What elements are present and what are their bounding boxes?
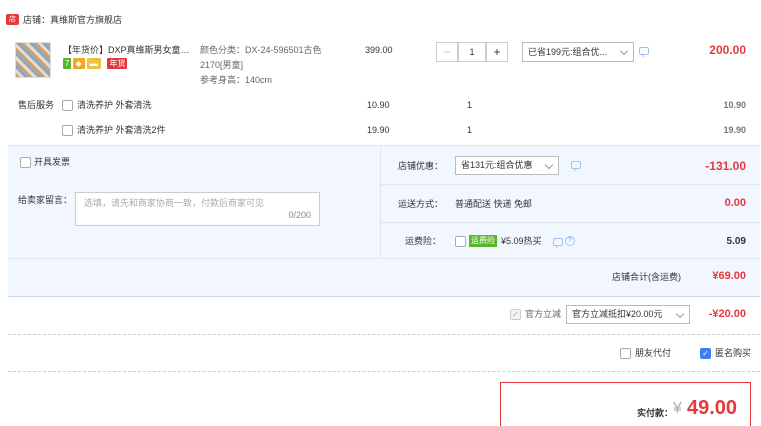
after-sales-price-2: 19.90	[367, 125, 390, 135]
product-spec-height: 参考身高：140cm	[200, 75, 273, 85]
section-divider	[8, 371, 760, 372]
after-sales-qty-2: 1	[467, 125, 473, 135]
qty-input[interactable]: 1	[458, 42, 486, 62]
discount-value: -131.00	[705, 159, 746, 173]
shipping-label: 运送方式：	[398, 199, 444, 209]
message-icon[interactable]	[571, 161, 581, 169]
friend-pay-checkbox[interactable]	[620, 348, 631, 359]
chevron-down-icon	[675, 309, 685, 319]
shop-name[interactable]: 店铺：真维斯官方旗舰店	[23, 14, 122, 26]
qty-plus-button[interactable]: +	[486, 42, 508, 62]
insurance-text: ¥5.09热买	[501, 236, 542, 246]
badge-7-days: 7	[63, 58, 72, 69]
official-discount-label: 官方立减	[525, 309, 562, 319]
panel-row-divider	[381, 222, 760, 223]
product-thumbnail[interactable]	[15, 42, 51, 78]
anonymous-label: 匿名购买	[715, 348, 752, 358]
shipping-value: 0.00	[724, 197, 746, 209]
shipping-method: 普通配送 快递 免邮	[455, 199, 533, 209]
product-price: 399.00	[365, 45, 393, 55]
official-discount-value: -¥20.00	[708, 308, 746, 320]
chevron-down-icon	[619, 46, 629, 56]
after-sales-qty-1: 1	[467, 100, 473, 110]
shop-icon: 店	[6, 14, 19, 25]
insurance-value: 5.09	[726, 236, 746, 247]
invoice-label: 开具发票	[34, 157, 71, 167]
after-sales-name-1: 清洗养护 外套清洗	[77, 100, 152, 110]
message-label: 给卖家留言：	[18, 195, 73, 205]
official-discount-checkbox[interactable]: ✓	[510, 309, 521, 320]
invoice-checkbox[interactable]	[20, 157, 31, 168]
after-sales-name-2: 清洗养护 外套清洗2件	[77, 125, 166, 135]
anonymous-checkbox[interactable]: ✓	[700, 348, 711, 359]
after-sales-subtotal-1: 10.90	[723, 100, 746, 110]
qty-minus-button[interactable]: −	[436, 42, 458, 62]
payment-total: 49.00	[687, 397, 738, 419]
insurance-tag: 运费险	[469, 235, 497, 247]
insurance-checkbox[interactable]	[455, 236, 466, 247]
panel-row-divider	[381, 184, 760, 185]
badge-guarantee-icon: ◆	[73, 58, 86, 69]
payment-label: 实付款：	[637, 408, 674, 418]
product-spec-color-cont: 2170[男童]	[200, 60, 244, 70]
badge-nianhuo: 年货	[107, 58, 128, 69]
product-subtotal: 200.00	[709, 43, 746, 57]
official-discount-select[interactable]: 官方立减抵扣¥20.00元	[566, 305, 690, 324]
seller-message-placeholder: 选填，请先和商家协商一致，付款后商家可见	[84, 198, 265, 208]
message-icon[interactable]	[553, 238, 563, 246]
after-sales-subtotal-2: 19.90	[723, 125, 746, 135]
official-discount-select-label: 官方立减抵扣¥20.00元	[572, 309, 663, 319]
badge-card-icon: ▬	[87, 58, 102, 69]
panel-row-divider	[8, 258, 760, 259]
seller-message-counter: 0/200	[288, 210, 311, 220]
product-title[interactable]: 【年货价】DXP真维斯男女童夏...	[63, 44, 195, 56]
after-sales-price-1: 10.90	[367, 100, 390, 110]
message-icon[interactable]	[639, 47, 649, 55]
help-icon[interactable]: ?	[565, 236, 575, 246]
shop-discount-select-label: 省131元:组合优惠	[461, 160, 533, 170]
payment-summary: 实付款： ¥ 49.00	[500, 382, 751, 426]
insurance-label: 运费险：	[405, 236, 442, 246]
after-sales-label: 售后服务	[18, 100, 55, 110]
friend-pay-label: 朋友代付	[635, 348, 672, 358]
payment-currency: ¥	[673, 400, 682, 417]
product-promo-select-label: 已省199元:组合优...	[528, 47, 608, 57]
product-promo-select[interactable]: 已省199元:组合优...	[522, 42, 634, 62]
shop-total-label: 店铺合计(含运费)	[612, 272, 681, 282]
seller-message-input[interactable]: 选填，请先和商家协商一致，付款后商家可见 0/200	[75, 192, 320, 226]
product-badges: 7 ◆ ▬ 年货	[63, 58, 128, 69]
shop-total-value: ¥69.00	[712, 270, 746, 282]
panel-divider	[380, 146, 381, 258]
after-sales-checkbox-2[interactable]	[62, 125, 73, 136]
chevron-down-icon	[544, 160, 554, 170]
after-sales-checkbox-1[interactable]	[62, 100, 73, 111]
section-divider	[8, 334, 760, 335]
shop-discount-select[interactable]: 省131元:组合优惠	[455, 156, 559, 175]
discount-label: 店铺优惠：	[398, 161, 444, 171]
product-spec-color: 颜色分类：DX-24-596501古色	[200, 45, 322, 55]
